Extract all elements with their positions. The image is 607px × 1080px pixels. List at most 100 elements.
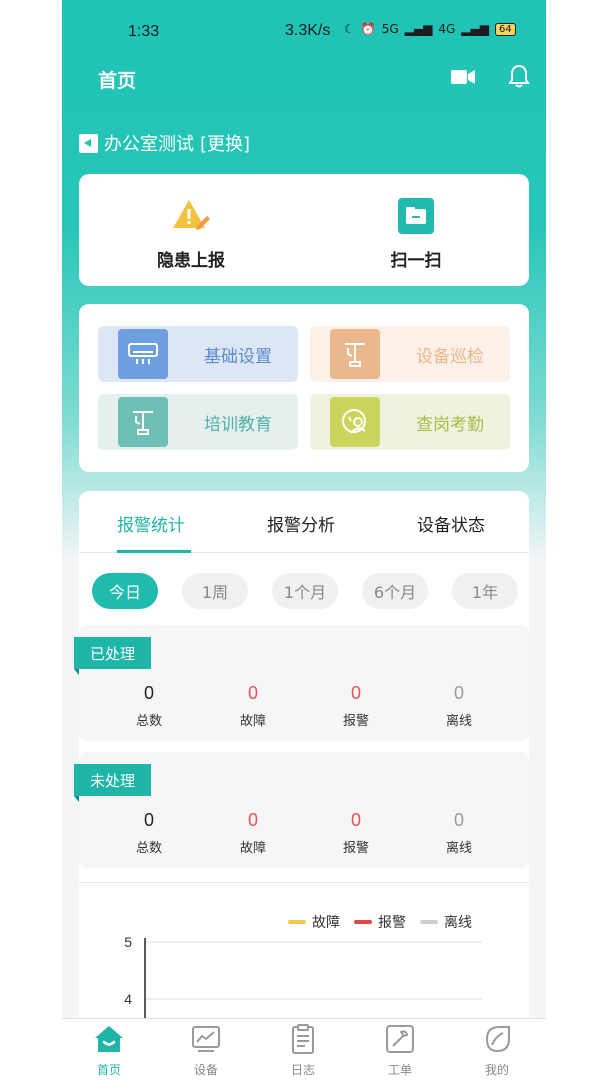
app-screen: 1:33 3.3K/s ☾ ⏰ 5G ▂▄▆ 4G ▂▄▆ 64 首页 办公室测… — [62, 0, 546, 1080]
stat-value: 0 — [453, 683, 464, 703]
hazard-report-button[interactable]: 隐患上报 — [116, 196, 266, 271]
nav-label: 设备 — [193, 1063, 218, 1077]
quick-action-label: 扫一扫 — [390, 251, 442, 271]
stat-total: 0 总数 — [104, 810, 194, 856]
tile-label: 查岗考勤 — [416, 414, 484, 435]
tile-label: 基础设置 — [204, 346, 272, 367]
processed-flag: 已处理 — [74, 637, 152, 675]
tab-alarm-stats[interactable]: 报警统计 — [117, 511, 185, 536]
section-divider — [79, 882, 529, 883]
nav-label: 我的 — [484, 1063, 509, 1077]
legend-swatch — [420, 920, 438, 924]
device-inspection-tile[interactable]: 设备巡检 — [310, 326, 510, 382]
status-icons: ☾ ⏰ 5G ▂▄▆ 4G ▂▄▆ 64 — [344, 22, 516, 36]
profile-leaf-icon — [485, 1026, 510, 1053]
stat-label: 总数 — [135, 714, 162, 729]
unit-change-link[interactable]: [更换] — [200, 130, 250, 156]
bottom-nav: 首页 设备 日志 工单 我的 — [62, 1018, 546, 1080]
scan-button[interactable]: 扫一扫 — [341, 196, 491, 271]
stat-alarm: 0 报警 — [311, 810, 401, 856]
stat-offline: 0 离线 — [414, 810, 504, 856]
nav-work-order[interactable]: 工单 — [370, 1023, 430, 1078]
tab-alarm-analysis[interactable]: 报警分析 — [267, 511, 335, 536]
stat-label: 故障 — [239, 714, 266, 729]
stat-value: 0 — [247, 683, 258, 703]
bell-icon[interactable] — [508, 64, 530, 88]
unprocessed-flag: 未处理 — [74, 764, 152, 802]
nav-label: 工单 — [387, 1063, 412, 1077]
unit-name: 办公室测试 — [104, 134, 194, 155]
signal-5g-label: 5G — [381, 22, 399, 36]
quick-action-label: 隐患上报 — [157, 251, 225, 271]
battery-icon: 64 — [494, 22, 516, 36]
stat-alarm: 0 报警 — [311, 683, 401, 729]
stat-label: 总数 — [135, 841, 162, 856]
tile-label: 设备巡检 — [416, 346, 484, 367]
time-range-selector: 今日 1周 1个月 6个月 1年 — [92, 573, 522, 609]
stat-label: 故障 — [239, 841, 266, 856]
stat-label: 离线 — [445, 841, 472, 856]
stat-label: 离线 — [445, 714, 472, 729]
processed-stats: 已处理 0 总数 0 故障 0 报警 0 离线 — [74, 625, 529, 741]
stat-label: 报警 — [342, 841, 369, 856]
stat-value: 0 — [350, 810, 361, 830]
range-6-months[interactable]: 6个月 — [362, 573, 428, 609]
work-order-icon — [386, 1025, 414, 1053]
tile-label: 培训教育 — [204, 414, 272, 435]
nav-label: 首页 — [96, 1063, 121, 1077]
stats-tabs: 报警统计 报警分析 设备状态 — [79, 491, 529, 553]
signal-4g-label: 4G — [438, 22, 456, 36]
scan-icon — [398, 198, 434, 234]
network-speed: 3.3K/s — [285, 22, 331, 39]
unprocessed-stats: 未处理 0 总数 0 故障 0 报警 0 离线 — [74, 752, 529, 868]
top-bar: 首页 — [62, 62, 546, 96]
range-month[interactable]: 1个月 — [272, 573, 338, 609]
stat-value: 0 — [247, 810, 258, 830]
stat-value: 0 — [143, 683, 154, 703]
unit-icon — [79, 133, 98, 153]
status-bar: 1:33 3.3K/s ☾ ⏰ 5G ▂▄▆ 4G ▂▄▆ 64 — [62, 0, 546, 62]
air-conditioner-icon — [118, 329, 168, 379]
nav-log[interactable]: 日志 — [273, 1023, 333, 1078]
stat-fault: 0 故障 — [208, 810, 298, 856]
unit-selector[interactable]: 办公室测试 [更换] — [79, 130, 250, 156]
warning-edit-icon — [173, 200, 210, 230]
attendance-check-tile[interactable]: 查岗考勤 — [310, 394, 510, 450]
stat-value: 0 — [143, 810, 154, 830]
signal-bars-icon: ▂▄▆ — [404, 22, 433, 36]
signal-bars-icon: ▂▄▆ — [461, 22, 489, 36]
legend-swatch — [288, 920, 306, 924]
stat-total: 0 总数 — [104, 683, 194, 729]
nav-label: 日志 — [290, 1063, 315, 1077]
nav-device[interactable]: 设备 — [176, 1023, 236, 1078]
status-time: 1:33 — [128, 23, 160, 40]
alarm-icon: ⏰ — [360, 22, 376, 36]
stat-label: 报警 — [342, 714, 369, 729]
range-today[interactable]: 今日 — [92, 573, 158, 609]
y-tick-label: 5 — [124, 934, 132, 950]
range-year[interactable]: 1年 — [452, 573, 518, 609]
stat-value: 0 — [453, 810, 464, 830]
range-week[interactable]: 1周 — [182, 573, 248, 609]
stat-offline: 0 离线 — [414, 683, 504, 729]
tab-device-status[interactable]: 设备状态 — [417, 511, 485, 536]
device-chart-icon — [192, 1026, 220, 1052]
home-icon — [95, 1026, 123, 1052]
person-clock-icon — [330, 397, 380, 447]
nav-profile[interactable]: 我的 — [467, 1023, 527, 1078]
menu-grid-card: 基础设置 设备巡检 培训教育 查岗考勤 — [79, 304, 529, 472]
page-title: 首页 — [98, 70, 137, 92]
nav-home[interactable]: 首页 — [79, 1023, 139, 1078]
stat-value: 0 — [350, 683, 361, 703]
lamp-icon — [118, 397, 168, 447]
moon-icon: ☾ — [344, 22, 355, 36]
y-tick-label: 4 — [124, 991, 132, 1007]
legend-swatch — [354, 920, 372, 924]
inspection-icon — [330, 329, 380, 379]
stat-fault: 0 故障 — [208, 683, 298, 729]
training-education-tile[interactable]: 培训教育 — [98, 394, 298, 450]
log-icon — [292, 1024, 314, 1054]
basic-settings-tile[interactable]: 基础设置 — [98, 326, 298, 382]
alarm-line-chart: 5 4 — [124, 934, 482, 1020]
video-camera-icon[interactable] — [451, 69, 475, 85]
